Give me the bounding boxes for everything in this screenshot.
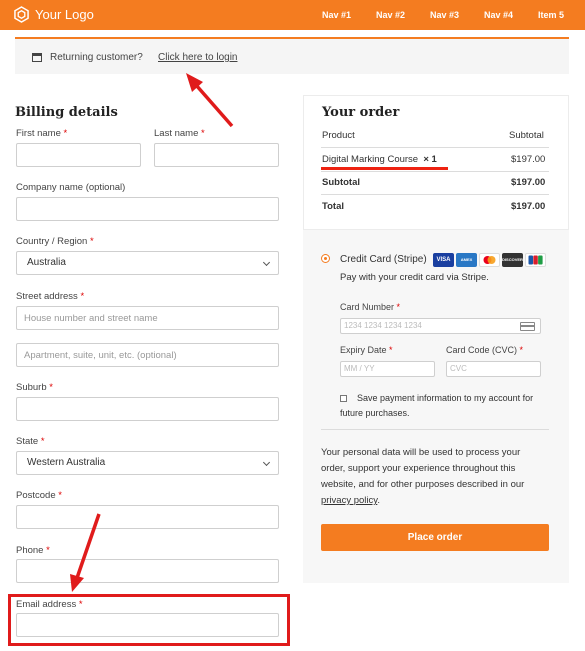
subtotal-column-header: Subtotal	[509, 130, 544, 141]
cvc-label: Card Code (CVC) *	[446, 345, 524, 355]
order-title: Your order	[322, 105, 400, 120]
total-value: $197.00	[511, 201, 546, 212]
product-column-header: Product	[322, 130, 355, 141]
first-name-label: First name *	[16, 128, 68, 139]
postcode-label: Postcode *	[16, 490, 62, 501]
logo-text: Your Logo	[35, 7, 94, 22]
suburb-field[interactable]	[16, 397, 279, 421]
cvc-placeholder: CVC	[450, 364, 467, 373]
returning-customer-notice: Returning customer? Click here to login	[15, 39, 569, 74]
phone-field[interactable]	[16, 559, 279, 583]
suburb-label: Suburb *	[16, 382, 53, 393]
total-label: Total	[322, 201, 344, 212]
billing-title: Billing details	[15, 105, 118, 120]
email-highlight-box	[8, 594, 290, 646]
nav-link-1[interactable]: Nav #1	[322, 10, 351, 20]
save-payment-label-line2: future purchases.	[340, 408, 410, 418]
state-label: State *	[16, 436, 45, 447]
expiry-label: Expiry Date *	[340, 345, 393, 355]
highlight-underline	[321, 167, 448, 170]
cvc-field[interactable]: CVC	[446, 361, 541, 377]
phone-label: Phone *	[16, 545, 50, 556]
card-number-placeholder: 1234 1234 1234 1234	[344, 321, 422, 330]
visa-icon: VISA	[433, 253, 454, 267]
street-2-placeholder: Apartment, suite, unit, etc. (optional)	[24, 350, 177, 361]
privacy-text-line3: website, and for other purposes describe…	[321, 479, 525, 490]
mastercard-icon	[479, 253, 500, 267]
street-address-field[interactable]: House number and street name	[16, 306, 279, 330]
privacy-text-line1: Your personal data will be used to proce…	[321, 447, 521, 458]
credit-card-radio[interactable]	[321, 254, 330, 263]
save-payment-checkbox[interactable]	[340, 395, 347, 402]
nav-link-4[interactable]: Nav #4	[484, 10, 513, 20]
order-item-name: Digital Marking Course × 1	[322, 154, 437, 165]
divider	[321, 194, 549, 195]
jcb-icon	[525, 253, 546, 267]
street-label: Street address *	[16, 291, 85, 302]
amex-icon: AMEX	[456, 253, 477, 267]
login-link[interactable]: Click here to login	[158, 52, 237, 63]
site-logo[interactable]: Your Logo	[14, 6, 94, 23]
first-name-field[interactable]	[16, 143, 141, 167]
divider	[321, 429, 549, 430]
save-payment-label-line1: Save payment information to my account f…	[357, 393, 534, 403]
chevron-down-icon	[262, 258, 271, 267]
subtotal-label: Subtotal	[322, 177, 360, 188]
window-icon	[32, 53, 42, 62]
privacy-text-line4: privacy policy.	[321, 495, 380, 506]
hexagon-logo-icon	[14, 6, 29, 23]
top-navigation-bar: Your Logo Nav #1 Nav #2 Nav #3 Nav #4 It…	[0, 0, 585, 30]
company-label: Company name (optional)	[16, 182, 126, 193]
state-select[interactable]: Western Australia	[16, 451, 279, 475]
place-order-button[interactable]: Place order	[321, 524, 549, 551]
credit-card-icon	[520, 322, 535, 331]
discover-icon: DISCOVER	[502, 253, 523, 267]
expiry-field[interactable]: MM / YY	[340, 361, 435, 377]
privacy-text-line2: order, support your experience throughou…	[321, 463, 516, 474]
street-placeholder: House number and street name	[24, 313, 158, 324]
nav-link-3[interactable]: Nav #3	[430, 10, 459, 20]
payment-description: Pay with your credit card via Stripe.	[340, 272, 489, 283]
country-label: Country / Region *	[16, 236, 94, 247]
postcode-field[interactable]	[16, 505, 279, 529]
divider	[321, 147, 549, 148]
country-value: Australia	[27, 257, 66, 268]
notice-text: Returning customer?	[50, 52, 143, 63]
nav-link-2[interactable]: Nav #2	[376, 10, 405, 20]
country-select[interactable]: Australia	[16, 251, 279, 275]
last-name-field[interactable]	[154, 143, 279, 167]
nav-link-5[interactable]: Item 5	[538, 10, 564, 20]
expiry-placeholder: MM / YY	[344, 364, 375, 373]
street-address-2-field[interactable]: Apartment, suite, unit, etc. (optional)	[16, 343, 279, 367]
order-item-price: $197.00	[511, 154, 546, 165]
last-name-label: Last name *	[154, 128, 205, 139]
payment-method-label: Credit Card (Stripe)	[340, 254, 427, 265]
divider	[321, 171, 549, 172]
card-number-field[interactable]: 1234 1234 1234 1234	[340, 318, 541, 334]
privacy-policy-link[interactable]: privacy policy	[321, 495, 377, 506]
company-field[interactable]	[16, 197, 279, 221]
chevron-down-icon	[262, 458, 271, 467]
state-value: Western Australia	[27, 457, 106, 468]
card-number-label: Card Number *	[340, 302, 401, 312]
arrow-to-login-link	[186, 73, 234, 128]
subtotal-value: $197.00	[511, 177, 546, 188]
